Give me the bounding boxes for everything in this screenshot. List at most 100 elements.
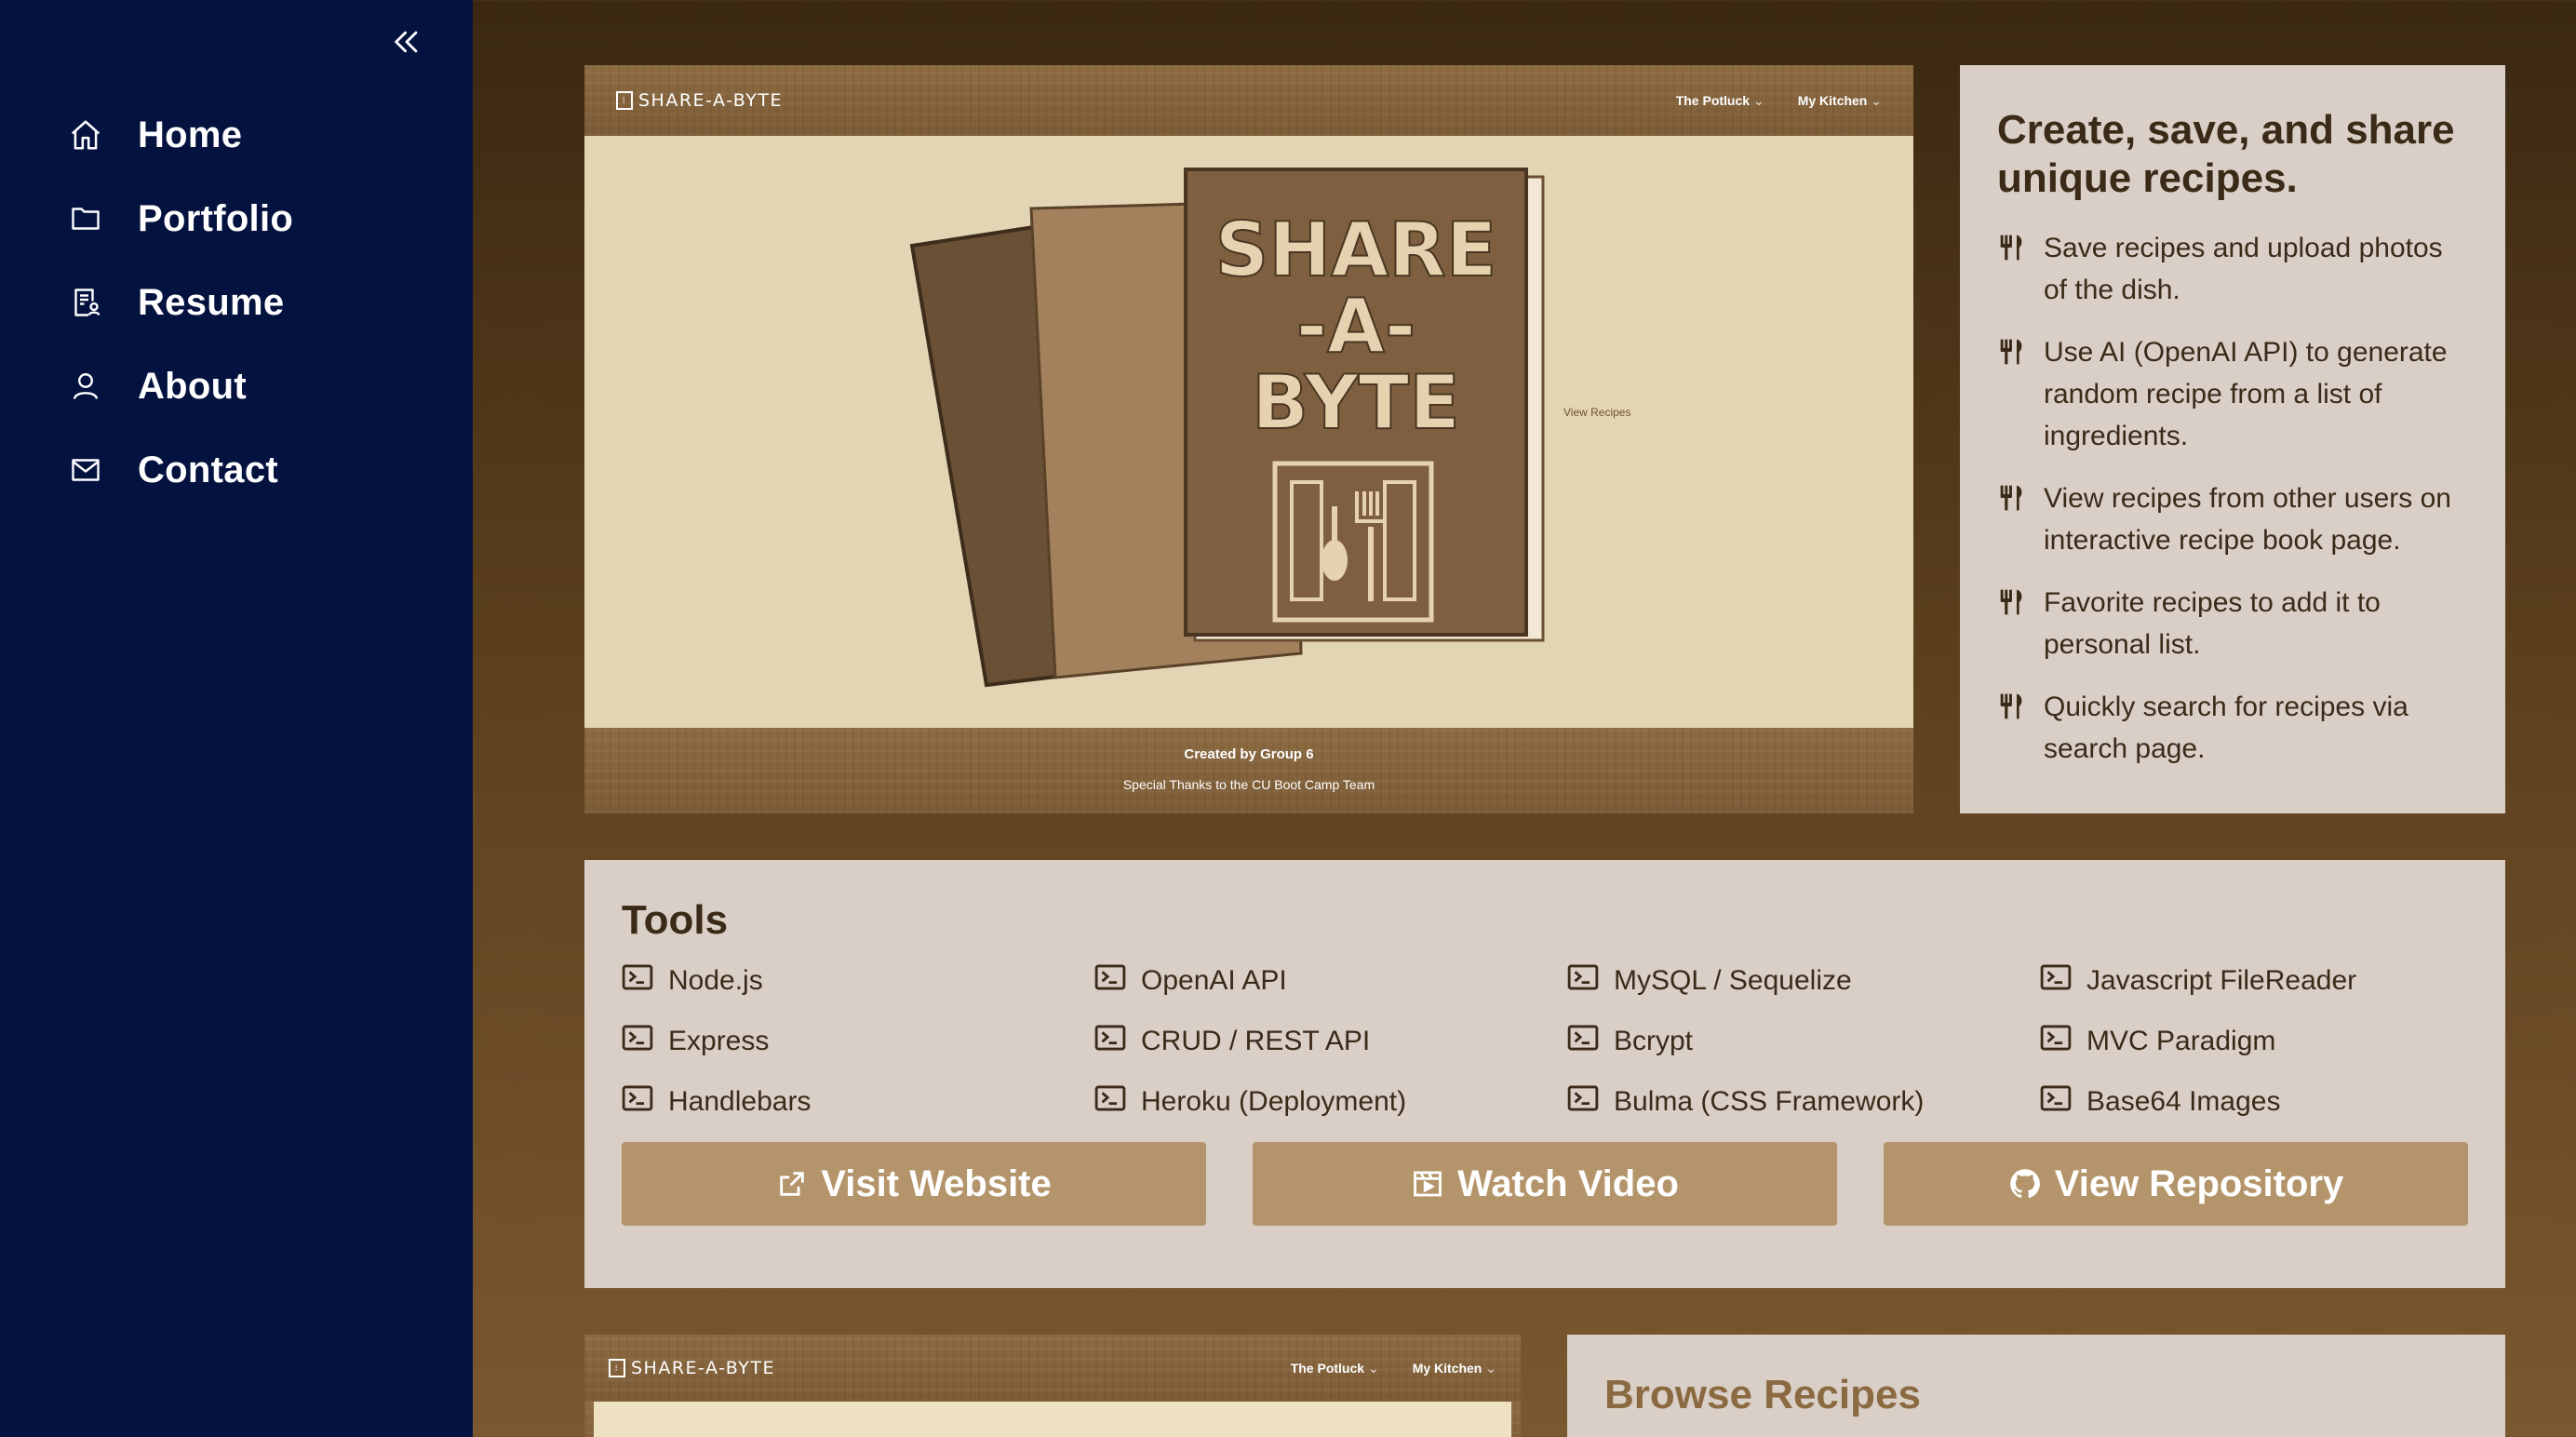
tool-label: Heroku (Deployment) (1141, 1085, 1407, 1117)
utensils-icon (1997, 686, 2044, 770)
terminal-icon (1094, 963, 1141, 999)
tool-label: Base64 Images (2086, 1085, 2281, 1117)
feature-text: Favorite recipes to add it to personal l… (2044, 586, 2381, 660)
mail-icon (65, 450, 106, 490)
sidebar-item-about[interactable]: About (65, 344, 293, 428)
sidebar-item-label: About (138, 365, 248, 407)
collapse-sidebar-button[interactable] (383, 19, 430, 65)
terminal-icon (1094, 1024, 1141, 1059)
sidebar: Home Portfolio Resume About Contact (0, 0, 473, 1437)
terminal-icon (1567, 1084, 1614, 1120)
features-card: Create, save, and share unique recipes. … (1960, 65, 2505, 813)
second-screenshot-content (594, 1402, 1511, 1437)
visit-website-label: Visit Website (821, 1162, 1052, 1204)
view-recipes-link: View Recipes (1563, 406, 1631, 419)
feature-text: Save recipes and upload photos of the di… (2044, 232, 2443, 305)
screenshot-logo-text: SHARE-A-BYTE (638, 90, 783, 111)
features-list: Save recipes and upload photos of the di… (1997, 227, 2468, 770)
screenshot-logo: ⁝ SHARE-A-BYTE (616, 90, 783, 111)
second-screenshot-menu: The Potluck My Kitchen (1291, 1361, 1496, 1377)
feature-item: Favorite recipes to add it to personal l… (1997, 582, 2468, 665)
tool-item: MySQL / Sequelize (1567, 960, 2040, 1001)
feature-item: View recipes from other users on interac… (1997, 477, 2468, 561)
terminal-icon (2040, 1024, 2086, 1059)
screenshot-footer-credit: Created by Group 6 (1184, 746, 1314, 762)
tool-label: MySQL / Sequelize (1614, 964, 1852, 996)
double-chevron-left-icon (395, 31, 418, 53)
tool-item: OpenAI API (1094, 960, 1567, 1001)
second-screenshot-menu-potluck: The Potluck (1291, 1361, 1379, 1377)
tool-item: Express (622, 1021, 1094, 1061)
view-repository-button[interactable]: View Repository (1884, 1142, 2468, 1226)
tool-item: Bulma (CSS Framework) (1567, 1081, 2040, 1121)
second-screenshot-logo: ⁝ SHARE-A-BYTE (609, 1358, 775, 1378)
browse-recipes-title: Browse Recipes (1604, 1372, 1921, 1417)
tool-item: Base64 Images (2040, 1081, 2513, 1121)
terminal-icon (2040, 963, 2086, 999)
feature-text: Quickly search for recipes via search pa… (2044, 691, 2408, 764)
feature-item: Use AI (OpenAI API) to generate random r… (1997, 331, 2468, 457)
sidebar-item-label: Resume (138, 281, 285, 323)
sidebar-item-resume[interactable]: Resume (65, 261, 293, 344)
resume-icon (65, 282, 106, 323)
github-icon (2008, 1167, 2042, 1201)
screenshot-footer-thanks: Special Thanks to the CU Boot Camp Team (1122, 777, 1375, 792)
second-screenshot-menu-kitchen: My Kitchen (1413, 1361, 1496, 1377)
tool-label: CRUD / REST API (1141, 1025, 1371, 1056)
view-repository-label: View Repository (2054, 1162, 2344, 1204)
tool-item: Javascript FileReader (2040, 960, 2513, 1001)
sidebar-item-label: Home (138, 114, 243, 155)
feature-item: Quickly search for recipes via search pa… (1997, 686, 2468, 770)
sidebar-item-contact[interactable]: Contact (65, 428, 293, 512)
tool-label: Express (668, 1025, 770, 1056)
user-icon (65, 366, 106, 407)
book-title-line3: BYTE (1252, 359, 1460, 446)
sidebar-item-label: Contact (138, 449, 278, 490)
tool-label: Bulma (CSS Framework) (1614, 1085, 1925, 1117)
terminal-icon (2040, 1084, 2086, 1120)
watch-video-label: Watch Video (1457, 1162, 1679, 1204)
tool-label: Bcrypt (1614, 1025, 1694, 1056)
watch-video-button[interactable]: Watch Video (1253, 1142, 1837, 1226)
terminal-icon (622, 1024, 668, 1059)
tool-item: Node.js (622, 960, 1094, 1001)
screenshot-menu-kitchen: My Kitchen (1798, 93, 1882, 109)
terminal-icon (622, 1084, 668, 1120)
feature-item: Save recipes and upload photos of the di… (1997, 227, 2468, 311)
utensils-icon (1997, 227, 2044, 311)
book-title-line1: SHARE (1215, 207, 1497, 293)
tool-label: MVC Paradigm (2086, 1025, 2276, 1056)
tool-label: OpenAI API (1141, 964, 1287, 996)
external-link-icon (776, 1168, 808, 1200)
screenshot-menu: The Potluck My Kitchen (1676, 93, 1882, 109)
terminal-icon (1567, 1024, 1614, 1059)
home-icon (65, 114, 106, 155)
screenshot-footer: Created by Group 6 Special Thanks to the… (584, 728, 1913, 813)
tool-item: MVC Paradigm (2040, 1021, 2513, 1061)
tools-card: Tools Node.js OpenAI API MySQL / Sequeli… (584, 860, 2505, 1288)
sidebar-item-home[interactable]: Home (65, 93, 293, 177)
project-actions: Visit Website Watch Video View Repositor… (622, 1142, 2468, 1226)
tool-item: Bcrypt (1567, 1021, 2040, 1061)
second-screenshot-logo-text: SHARE-A-BYTE (631, 1358, 775, 1378)
utensils-icon (1997, 331, 2044, 457)
second-project-screenshot: ⁝ SHARE-A-BYTE The Potluck My Kitchen (584, 1335, 1521, 1437)
sidebar-item-portfolio[interactable]: Portfolio (65, 177, 293, 261)
tool-item: Handlebars (622, 1081, 1094, 1121)
utensils-logo-icon: ⁝ (609, 1359, 625, 1377)
visit-website-button[interactable]: Visit Website (622, 1142, 1206, 1226)
utensils-icon (1997, 582, 2044, 665)
tool-item: Heroku (Deployment) (1094, 1081, 1567, 1121)
video-icon (1411, 1168, 1444, 1200)
utensils-logo-icon: ⁝ (616, 91, 633, 110)
terminal-icon (622, 963, 668, 999)
utensils-icon (1997, 477, 2044, 561)
terminal-icon (1567, 963, 1614, 999)
sidebar-nav: Home Portfolio Resume About Contact (65, 93, 293, 512)
book-title-line2: -A- (1296, 283, 1415, 369)
features-title: Create, save, and share unique recipes. (1997, 107, 2455, 201)
screenshot-header: ⁝ SHARE-A-BYTE The Potluck My Kitchen (584, 65, 1913, 136)
recipe-books-image: SHARE -A- BYTE (909, 168, 1545, 688)
browse-recipes-card: Browse Recipes (1567, 1335, 2505, 1437)
sidebar-item-label: Portfolio (138, 197, 294, 239)
